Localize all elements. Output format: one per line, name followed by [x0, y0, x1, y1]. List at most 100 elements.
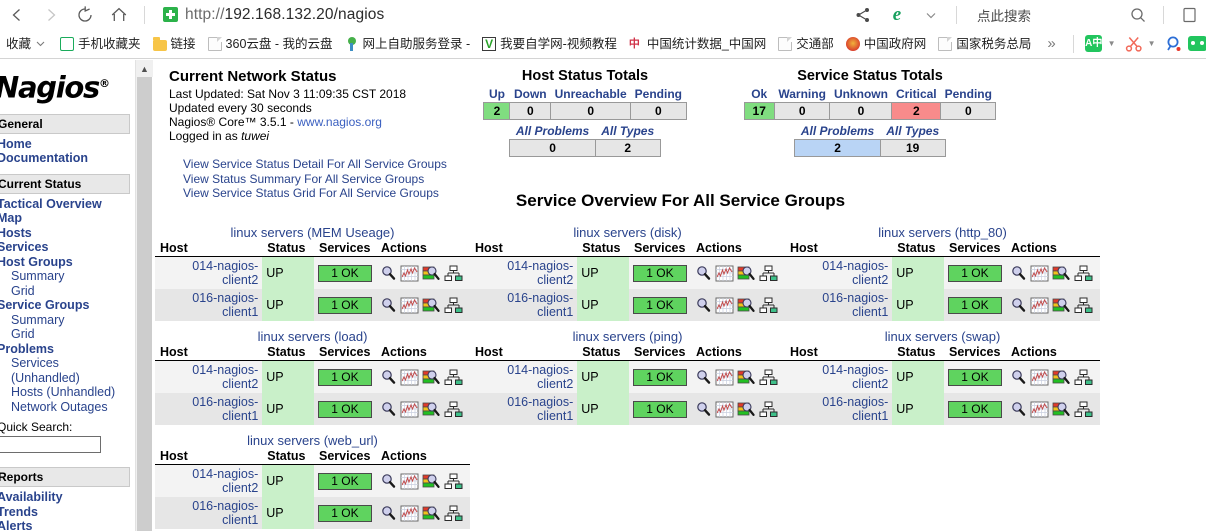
status-detail-icon[interactable] [737, 369, 756, 386]
status-detail-icon[interactable] [422, 473, 441, 490]
sidebar-item-hostgroups-summary[interactable]: Summary [0, 269, 135, 284]
service-total-critical[interactable]: 2 [891, 102, 942, 120]
host-link[interactable]: 014-nagios-client2 [822, 259, 888, 287]
magnifier-icon[interactable] [695, 369, 712, 386]
status-detail-icon[interactable] [422, 265, 441, 282]
bookmark-collections[interactable]: 收藏 [0, 29, 52, 58]
bookmark-item[interactable]: 链接 [147, 29, 202, 58]
status-detail-icon[interactable] [1052, 297, 1071, 314]
services-ok-badge[interactable]: 1 OK [632, 264, 687, 282]
host-total-pending[interactable]: 0 [630, 102, 687, 120]
host-link[interactable]: 016-nagios-client1 [192, 291, 258, 319]
services-ok-badge[interactable]: 1 OK [317, 504, 372, 522]
sidebar-item-host-groups[interactable]: Host Groups [0, 255, 135, 270]
magnifier-icon[interactable] [695, 265, 712, 282]
translate-extension-icon[interactable]: A中 [1083, 33, 1105, 55]
share-icon[interactable] [846, 0, 880, 29]
trends-graph-icon[interactable] [1030, 297, 1049, 314]
bookmark-item[interactable]: 国家税务总局 [932, 29, 1037, 58]
host-total-unreachable[interactable]: 0 [550, 102, 632, 120]
trends-graph-icon[interactable] [715, 297, 734, 314]
trends-graph-icon[interactable] [1030, 265, 1049, 282]
status-detail-icon[interactable] [1052, 369, 1071, 386]
sidebar-item-home[interactable]: Home [0, 137, 135, 152]
chevron-down-icon[interactable]: ▼ [1108, 39, 1116, 48]
sidebar-item-availability[interactable]: Availability [0, 490, 135, 505]
trends-graph-icon[interactable] [400, 369, 419, 386]
sidebar-item-problem-hosts-unhandled[interactable]: Hosts (Unhandled) [0, 385, 135, 400]
scissors-clip-icon[interactable] [1123, 33, 1145, 55]
magnifier-icon[interactable] [1010, 369, 1027, 386]
status-detail-icon[interactable] [737, 297, 756, 314]
sidebar-item-alerts[interactable]: Alerts [0, 519, 135, 531]
service-all-problems[interactable]: 2 [794, 139, 881, 157]
sidebar-scrollbar[interactable]: ▲ [135, 60, 153, 531]
bookmark-item[interactable]: 中 中国统计数据_中国网 [623, 29, 772, 58]
reload-button[interactable] [68, 0, 102, 29]
scroll-up-icon[interactable]: ▲ [136, 60, 153, 77]
magnifier-icon[interactable] [695, 297, 712, 314]
sidebar-item-problem-services[interactable]: Services [0, 356, 135, 371]
sidebar-item-documentation[interactable]: Documentation [0, 151, 135, 166]
quick-search-input[interactable] [0, 436, 101, 454]
host-link[interactable]: 016-nagios-client1 [822, 395, 888, 423]
status-detail-icon[interactable] [1052, 265, 1071, 282]
host-all-problems[interactable]: 0 [509, 139, 596, 157]
trends-graph-icon[interactable] [715, 369, 734, 386]
view-service-status-detail-link[interactable]: View Service Status Detail For All Servi… [169, 157, 469, 172]
status-detail-icon[interactable] [422, 401, 441, 418]
services-ok-badge[interactable]: 1 OK [317, 296, 372, 314]
chevron-down-icon[interactable] [914, 0, 948, 29]
network-map-icon[interactable] [444, 265, 463, 282]
services-ok-badge[interactable]: 1 OK [947, 264, 1002, 282]
host-link[interactable]: 014-nagios-client2 [507, 363, 573, 391]
trends-graph-icon[interactable] [400, 265, 419, 282]
address-bar[interactable]: http://192.168.132.20/nagios [163, 6, 384, 24]
chevron-down-icon-2[interactable]: ▼ [1148, 39, 1156, 48]
host-total-up[interactable]: 2 [483, 102, 511, 120]
trends-graph-icon[interactable] [1030, 401, 1049, 418]
network-map-icon[interactable] [1074, 369, 1093, 386]
trends-graph-icon[interactable] [400, 473, 419, 490]
sidebar-item-servicegroups-summary[interactable]: Summary [0, 313, 135, 328]
network-map-icon[interactable] [1074, 265, 1093, 282]
bookmark-item[interactable]: 360云盘 - 我的云盘 [202, 29, 339, 58]
host-link[interactable]: 016-nagios-client1 [192, 499, 258, 527]
sidebar-item-services[interactable]: Services [0, 240, 135, 255]
host-link[interactable]: 014-nagios-client2 [822, 363, 888, 391]
magnifier-icon[interactable] [380, 401, 397, 418]
sidebar-item-hosts[interactable]: Hosts [0, 226, 135, 241]
bookmark-item[interactable]: 我要自学网-视频教程 [476, 29, 623, 58]
sidebar-item-map[interactable]: Map [0, 211, 135, 226]
service-group-title[interactable]: linux servers (swap) [885, 329, 1001, 344]
magnifier-icon[interactable] [1010, 265, 1027, 282]
reading-view-icon[interactable] [1172, 0, 1206, 29]
services-ok-badge[interactable]: 1 OK [947, 296, 1002, 314]
trends-graph-icon[interactable] [400, 401, 419, 418]
magnifier-icon[interactable] [380, 505, 397, 522]
forward-button[interactable] [34, 0, 68, 29]
sidebar-item-hostgroups-grid[interactable]: Grid [0, 284, 135, 299]
magnifier-icon[interactable] [380, 473, 397, 490]
service-all-types[interactable]: 19 [879, 139, 946, 157]
service-total-ok[interactable]: 17 [743, 102, 775, 120]
game-extension-icon[interactable] [1187, 33, 1206, 55]
nagios-website-link[interactable]: www.nagios.org [297, 115, 382, 129]
services-ok-badge[interactable]: 1 OK [632, 296, 687, 314]
bookmark-item[interactable]: 交通部 [772, 29, 840, 58]
service-group-title[interactable]: linux servers (web_url) [247, 433, 378, 448]
sidebar-item-trends[interactable]: Trends [0, 505, 135, 520]
host-link[interactable]: 016-nagios-client1 [192, 395, 258, 423]
service-group-title[interactable]: linux servers (disk) [573, 225, 681, 240]
host-all-types[interactable]: 2 [594, 139, 661, 157]
service-total-unknown[interactable]: 0 [829, 102, 893, 120]
trends-graph-icon[interactable] [715, 401, 734, 418]
bookmark-item[interactable]: 手机收藏夹 [52, 29, 147, 58]
host-link[interactable]: 016-nagios-client1 [507, 395, 573, 423]
bookmarks-overflow-button[interactable]: » [1037, 35, 1065, 52]
service-group-title[interactable]: linux servers (load) [258, 329, 368, 344]
services-ok-badge[interactable]: 1 OK [317, 472, 372, 490]
status-detail-icon[interactable] [422, 505, 441, 522]
network-map-icon[interactable] [444, 297, 463, 314]
host-link[interactable]: 014-nagios-client2 [192, 363, 258, 391]
